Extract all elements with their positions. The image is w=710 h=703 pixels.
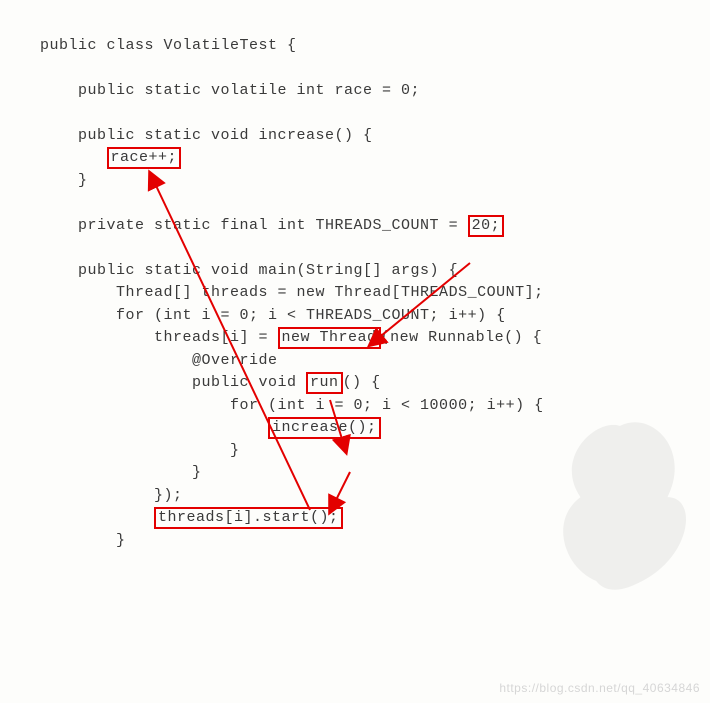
code-line-prefix [40,149,107,166]
watermark-text: https://blog.csdn.net/qq_40634846 [499,681,700,695]
highlight-race-increment: race++; [107,147,182,169]
code-line: public class VolatileTest { [40,37,297,54]
code-line-suffix: () { [343,374,381,391]
highlight-new-thread: new Thread [278,327,381,349]
code-line: for (int i = 0; i < THREADS_COUNT; i++) … [40,307,506,324]
code-line-prefix: public void [40,374,306,391]
code-line: @Override [40,352,278,369]
highlight-threads-count: 20; [468,215,505,237]
code-line: } [40,172,88,189]
highlight-thread-start: threads[i].start(); [154,507,343,529]
code-line: } [40,532,126,549]
code-line-prefix [40,419,268,436]
code-line-prefix: private static final int THREADS_COUNT = [40,217,468,234]
code-line: } [40,464,202,481]
code-line: }); [40,487,183,504]
code-line-suffix: (new Runnable() { [381,329,543,346]
code-line: public static void main(String[] args) { [40,262,458,279]
code-line: for (int i = 0; i < 10000; i++) { [40,397,544,414]
code-line: public static void increase() { [40,127,373,144]
code-line-prefix: threads[i] = [40,329,278,346]
code-line: } [40,442,240,459]
code-line-prefix [40,509,154,526]
code-block: public class VolatileTest { public stati… [40,12,544,552]
watermark-shape [540,410,700,600]
highlight-run: run [306,372,343,394]
highlight-increase-call: increase(); [268,417,381,439]
code-line: public static volatile int race = 0; [40,82,420,99]
code-line: Thread[] threads = new Thread[THREADS_CO… [40,284,544,301]
